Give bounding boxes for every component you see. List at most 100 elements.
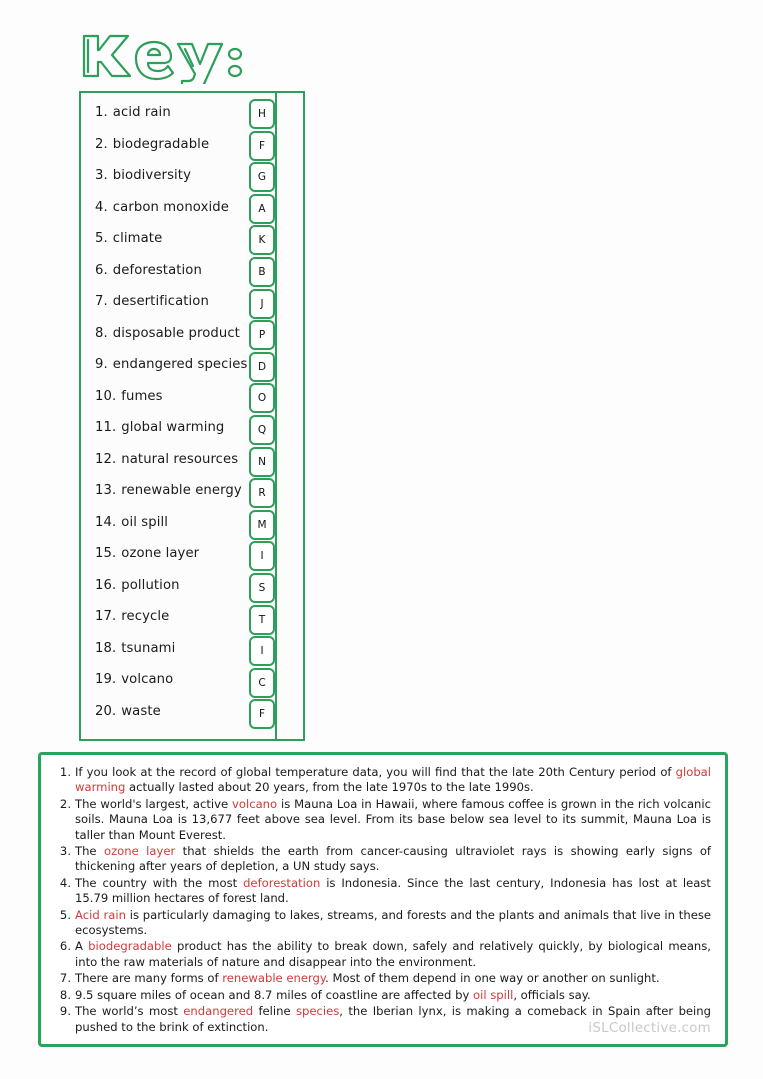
- answer-letter-cell[interactable]: T: [249, 604, 275, 635]
- highlighted-term: renewable energy: [222, 971, 326, 986]
- term-label: disposable product: [112, 325, 240, 341]
- term-row: 10. fumes: [95, 381, 253, 413]
- term-row: 7. desertification: [95, 286, 253, 318]
- sentence-text: is particularly damaging to lakes, strea…: [75, 907, 712, 938]
- term-label: climate: [112, 231, 163, 247]
- term-number: 15.: [95, 546, 117, 562]
- answer-letter-cell[interactable]: G: [249, 162, 275, 193]
- sentence-text: A: [75, 939, 89, 954]
- sentence-item: The world's largest, active volcano is M…: [51, 797, 711, 843]
- key-title-graphic: [82, 34, 243, 84]
- term-number: 17.: [95, 609, 117, 625]
- term-number: 12.: [95, 451, 117, 467]
- sentence-text: actually lasted about 20 years, from the…: [125, 780, 534, 795]
- term-number: 10.: [95, 388, 117, 404]
- term-row: 17. recycle: [95, 601, 253, 633]
- sentence-text: If you look at the record of global temp…: [75, 765, 676, 779]
- answer-letter-column: HFGAKBJPDOQNRMISTICF: [249, 99, 275, 731]
- term-label: natural resources: [121, 451, 239, 467]
- sentence-text: The: [75, 844, 104, 859]
- watermark: iSLCollective.com: [588, 1020, 711, 1036]
- answer-letter-cell[interactable]: O: [249, 383, 275, 414]
- term-label: biodegradable: [112, 136, 210, 152]
- term-label: volcano: [121, 672, 174, 688]
- answer-letter-cell[interactable]: I: [249, 636, 275, 667]
- sentence-text: The country with the most: [75, 875, 244, 890]
- sentence-text: There are many forms of: [75, 971, 223, 986]
- term-row: 9. endangered species: [95, 349, 253, 381]
- term-label: tsunami: [121, 640, 176, 656]
- sentence-item: If you look at the record of global temp…: [51, 765, 711, 796]
- highlighted-term: oil spill: [473, 987, 514, 1002]
- term-label: renewable energy: [121, 483, 242, 499]
- answer-letter-cell[interactable]: H: [249, 99, 275, 129]
- term-label: acid rain: [112, 105, 171, 121]
- term-number: 8.: [95, 325, 108, 341]
- answer-letter-cell[interactable]: F: [249, 699, 275, 730]
- term-number: 9.: [95, 357, 108, 373]
- term-row: 19. volcano: [95, 664, 253, 696]
- answer-letter-cell[interactable]: R: [249, 478, 275, 509]
- term-number: 14.: [95, 514, 117, 530]
- highlighted-term: Acid rain: [75, 907, 126, 922]
- term-number: 19.: [95, 672, 117, 688]
- sentence-list: If you look at the record of global temp…: [51, 765, 711, 1035]
- term-label: desertification: [112, 294, 209, 310]
- term-label: biodiversity: [112, 168, 191, 184]
- term-number: 13.: [95, 483, 117, 499]
- column-divider: [275, 93, 277, 739]
- term-number: 16.: [95, 577, 117, 593]
- sentence-text: feline: [253, 1004, 296, 1019]
- page-title: [78, 28, 338, 84]
- term-number: 1.: [95, 105, 108, 121]
- term-label: oil spill: [121, 514, 169, 530]
- answer-letter-cell[interactable]: F: [249, 130, 275, 161]
- term-label: endangered species: [112, 357, 248, 373]
- highlighted-term: volcano: [232, 796, 278, 811]
- sentence-text: . Most of them depend in one way or anot…: [325, 971, 660, 986]
- term-number: 6.: [95, 262, 108, 278]
- term-row: 4. carbon monoxide: [95, 192, 253, 224]
- sentence-item: Acid rain is particularly damaging to la…: [51, 908, 711, 939]
- answer-key-box: 1. acid rain 2. biodegradable 3. biodiversity…: [79, 91, 305, 741]
- answer-letter-cell[interactable]: N: [249, 446, 275, 477]
- term-row: 3. biodiversity: [95, 160, 253, 192]
- term-row: 8. disposable product: [95, 318, 253, 350]
- sentence-text: The world’s most: [75, 1004, 184, 1019]
- term-row: 5. climate: [95, 223, 253, 255]
- answer-letter-cell[interactable]: S: [249, 572, 275, 603]
- term-row: 13. renewable energy: [95, 475, 253, 507]
- term-row: 18. tsunami: [95, 633, 253, 665]
- term-label: fumes: [121, 388, 163, 404]
- answer-letter-cell[interactable]: A: [249, 193, 275, 224]
- term-row: 6. deforestation: [95, 255, 253, 287]
- term-row: 16. pollution: [95, 570, 253, 602]
- sentence-item: There are many forms of renewable energy…: [51, 971, 711, 987]
- highlighted-term: species: [295, 1004, 340, 1019]
- term-number: 18.: [95, 640, 117, 656]
- answer-letter-cell[interactable]: K: [249, 225, 275, 256]
- answer-letter-cell[interactable]: Q: [249, 414, 275, 445]
- answer-letter-cell[interactable]: D: [249, 351, 275, 382]
- answer-letter-cell[interactable]: C: [249, 667, 275, 698]
- term-label: pollution: [121, 577, 180, 593]
- highlighted-term: deforestation: [243, 875, 321, 890]
- sentence-item: A biodegradable product has the ability …: [51, 939, 711, 970]
- term-number: 5.: [95, 231, 108, 247]
- sentence-item: The country with the most deforestation …: [51, 876, 711, 907]
- term-label: ozone layer: [121, 546, 200, 562]
- term-number: 2.: [95, 136, 108, 152]
- term-row: 20. waste: [95, 696, 253, 728]
- answer-letter-cell[interactable]: B: [249, 256, 275, 287]
- sentence-item: The ozone layer that shields the earth f…: [51, 844, 711, 875]
- term-label: carbon monoxide: [112, 199, 229, 215]
- sentence-text: The world's largest, active: [75, 796, 233, 811]
- answer-letter-cell[interactable]: I: [249, 541, 275, 572]
- answer-letter-cell[interactable]: P: [249, 320, 275, 351]
- term-label: global warming: [121, 420, 225, 436]
- answer-letter-cell[interactable]: J: [249, 288, 275, 319]
- term-number: 7.: [95, 294, 108, 310]
- answer-letter-cell[interactable]: M: [249, 509, 275, 540]
- term-label: recycle: [121, 609, 170, 625]
- sentence-text: , officials say.: [513, 987, 591, 1002]
